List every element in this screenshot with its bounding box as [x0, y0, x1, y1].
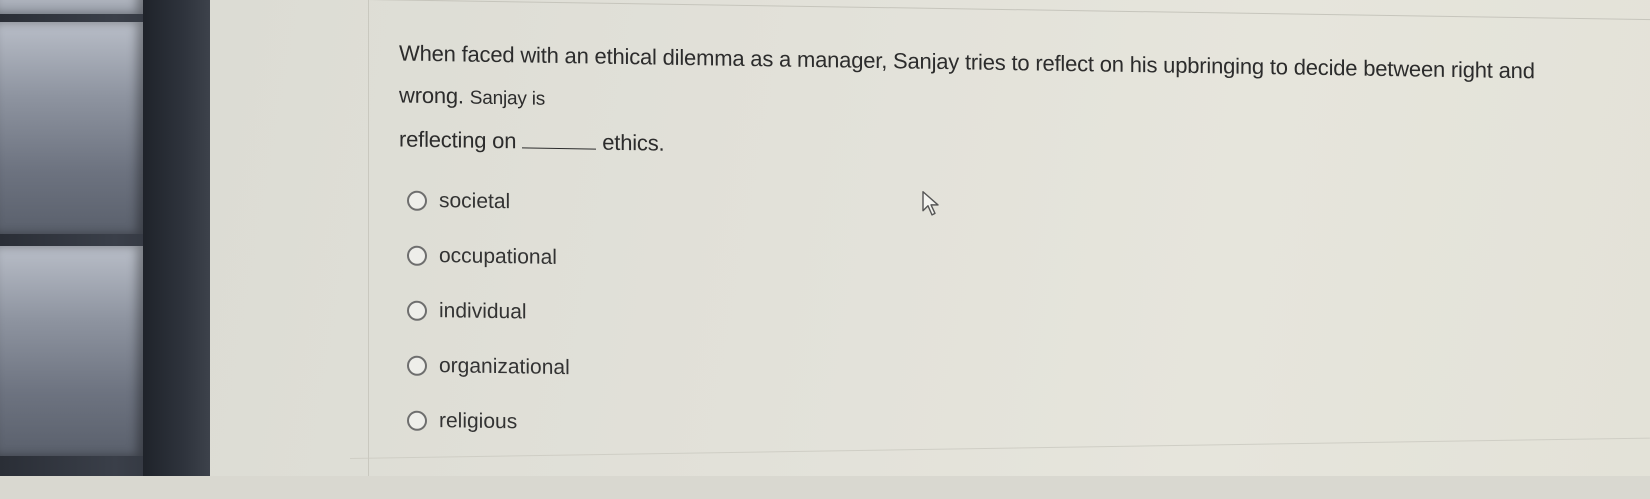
answer-option-label: individual — [439, 298, 527, 323]
question-text-part: reflecting on — [399, 126, 517, 154]
answer-option-label: occupational — [439, 243, 557, 269]
answer-option-label: religious — [439, 408, 518, 433]
left-divider — [143, 0, 210, 476]
question-text-part: Sanjay is — [469, 87, 546, 110]
answer-options: societal occupational individual organiz… — [407, 173, 570, 451]
answer-option-religious[interactable]: religious — [407, 393, 570, 451]
answer-option-societal[interactable]: societal — [407, 173, 570, 231]
background-panel — [0, 22, 143, 234]
question-card: 2 p When faced with an ethical dilemma a… — [368, 0, 1650, 497]
answer-blank — [522, 129, 597, 150]
answer-option-label: organizational — [439, 353, 570, 379]
radio-button[interactable] — [407, 355, 427, 376]
answer-option-organizational[interactable]: organizational — [407, 338, 570, 396]
question-text-part: ethics. — [602, 129, 665, 156]
background-panel — [0, 246, 143, 456]
quiz-page: 2 p When faced with an ethical dilemma a… — [210, 0, 1650, 497]
radio-button[interactable] — [407, 245, 427, 266]
answer-option-individual[interactable]: individual — [407, 283, 570, 341]
question-text-part: When faced with an ethical dilemma as a … — [399, 40, 1535, 109]
question-text: When faced with an ethical dilemma as a … — [399, 32, 1549, 178]
card-top-border — [369, 0, 1650, 21]
background-panel — [0, 0, 143, 14]
radio-button[interactable] — [407, 410, 427, 431]
answer-option-occupational[interactable]: occupational — [407, 228, 570, 286]
radio-button[interactable] — [407, 190, 427, 211]
answer-option-label: societal — [439, 188, 511, 213]
radio-button[interactable] — [407, 300, 427, 321]
mouse-pointer-icon — [922, 191, 939, 216]
